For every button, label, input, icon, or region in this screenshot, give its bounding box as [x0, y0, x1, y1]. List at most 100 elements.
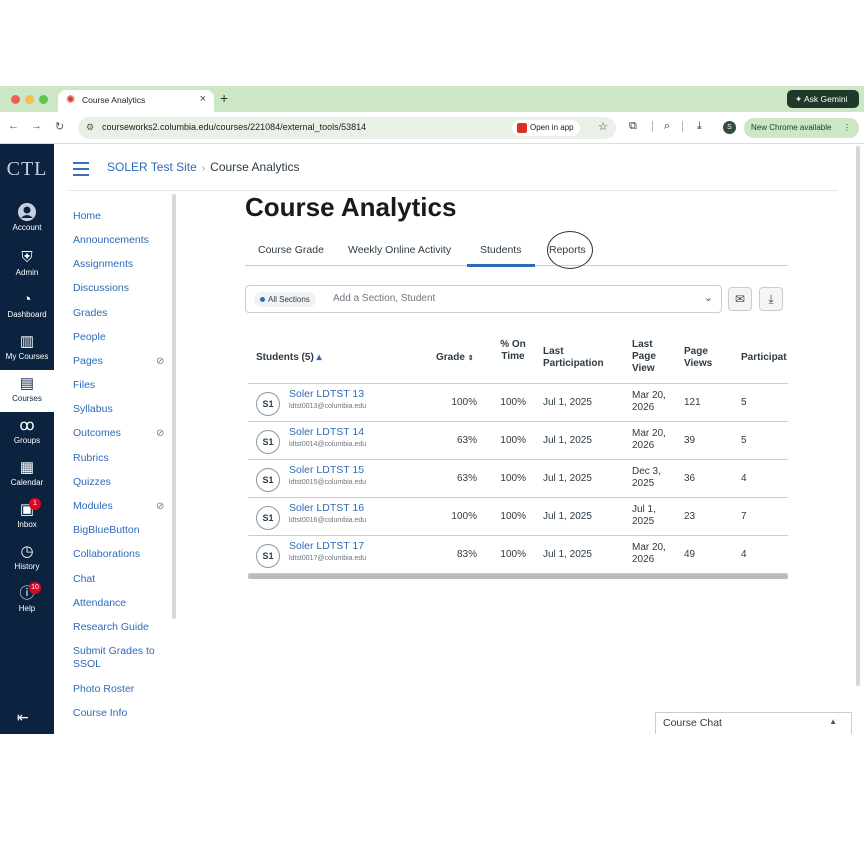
breadcrumb-course-link[interactable]: SOLER Test Site	[107, 160, 197, 174]
student-name-link[interactable]: Soler LDTST 15	[289, 464, 364, 476]
global-nav-my-courses[interactable]: ▥ My Courses	[0, 334, 54, 362]
minimize-window-button[interactable]	[25, 95, 34, 104]
global-nav-label: Admin	[15, 268, 39, 277]
browser-tab[interactable]: ✺ Course Analytics ×	[58, 90, 214, 112]
back-icon[interactable]: ←	[8, 120, 19, 132]
global-nav-calendar[interactable]: ▦ Calendar	[0, 460, 54, 488]
course-nav-label: Pages	[73, 355, 103, 367]
course-nav-course-info[interactable]: Course Info	[73, 707, 169, 720]
global-nav-courses[interactable]: ▤ Courses	[0, 370, 54, 412]
more-menu-icon[interactable]: ⋮	[843, 118, 851, 138]
address-toolbar: ← → ↻ ⚙ courseworks2.columbia.edu/course…	[0, 112, 864, 144]
student-email: ldtst0013@columbia.edu	[289, 403, 367, 410]
course-nav-discussions[interactable]: Discussions	[73, 282, 169, 295]
forward-icon[interactable]: →	[31, 120, 42, 132]
profile-avatar[interactable]: S	[723, 121, 736, 134]
global-nav-admin[interactable]: ⛨ Admin	[0, 250, 54, 278]
envelope-icon: ✉	[734, 292, 746, 306]
course-nav-syllabus[interactable]: Syllabus	[73, 403, 169, 416]
avatar: S1	[256, 468, 280, 492]
course-nav-submit-grades[interactable]: Submit Grades to SSOL	[73, 645, 161, 671]
col-last-participation-label: Last Participation	[543, 346, 604, 369]
course-nav-assignments[interactable]: Assignments	[73, 258, 169, 271]
all-sections-chip[interactable]: All Sections	[254, 292, 316, 307]
global-nav-inbox[interactable]: ▣ 1 Inbox	[0, 498, 54, 530]
student-name-link[interactable]: Soler LDTST 16	[289, 502, 364, 514]
ctl-logo[interactable]: CTL	[0, 158, 54, 181]
col-on-time[interactable]: % On Time	[494, 339, 532, 363]
reload-icon[interactable]: ↻	[55, 120, 64, 133]
col-participations[interactable]: Participat	[741, 352, 787, 364]
tab-course-grade[interactable]: Course Grade	[258, 244, 324, 256]
open-in-app-button[interactable]: Open in app	[512, 120, 580, 136]
course-nav-grades[interactable]: Grades	[73, 307, 169, 320]
col-grade[interactable]: Grade ⇕	[436, 352, 474, 365]
student-name-link[interactable]: Soler LDTST 13	[289, 388, 364, 400]
course-nav-rubrics[interactable]: Rubrics	[73, 452, 169, 465]
global-nav-help[interactable]: ⓘ 10 Help	[0, 582, 54, 614]
global-nav-history[interactable]: ◷ History	[0, 544, 54, 572]
course-nav-quizzes[interactable]: Quizzes	[73, 476, 169, 489]
course-nav-chat[interactable]: Chat	[73, 573, 169, 586]
tab-search-icon[interactable]: ⌕	[664, 120, 670, 133]
section-student-filter[interactable]: All Sections Add a Section, Student ⌄	[245, 285, 722, 313]
course-nav-bigbluebutton[interactable]: BigBlueButton	[73, 524, 169, 537]
table-row: S1 Soler LDTST 15 ldtst0015@columbia.edu…	[248, 460, 788, 498]
extensions-icon[interactable]: ⧉	[629, 120, 637, 133]
new-chrome-available-button[interactable]: New Chrome available ⋮	[744, 118, 859, 138]
course-nav-people[interactable]: People	[73, 331, 169, 344]
divider-icon-2: |	[681, 120, 684, 132]
student-name-link[interactable]: Soler LDTST 17	[289, 540, 364, 552]
cell-last-participation: Jul 1, 2025	[543, 435, 592, 446]
col-students-label: Students (5)	[256, 352, 314, 363]
col-students[interactable]: Students (5) ▴	[256, 352, 322, 364]
address-bar[interactable]: ⚙ courseworks2.columbia.edu/courses/2210…	[78, 117, 616, 139]
help-icon: ⓘ	[19, 585, 35, 602]
chevron-up-icon[interactable]: ▲	[829, 717, 837, 726]
tab-weekly-online-activity[interactable]: Weekly Online Activity	[348, 244, 451, 256]
maximize-window-button[interactable]	[39, 95, 48, 104]
message-students-button[interactable]: ✉	[728, 287, 752, 311]
global-nav-groups[interactable]: ꝏ Groups	[0, 418, 54, 446]
dashboard-icon: ◔	[22, 291, 32, 308]
col-last-page-view[interactable]: Last Page View	[632, 339, 672, 375]
global-nav-dashboard[interactable]: ◔ Dashboard	[0, 292, 54, 320]
collapse-nav-icon[interactable]: ⇤	[17, 709, 29, 726]
course-nav-announcements[interactable]: Announcements	[73, 234, 169, 247]
table-horizontal-scrollbar[interactable]	[248, 574, 788, 579]
course-nav-pages[interactable]: Pages ⊘	[73, 355, 169, 368]
site-info-icon[interactable]: ⚙	[86, 122, 94, 133]
download-csv-button[interactable]: ⤓	[759, 287, 783, 311]
download-icon[interactable]: ⤓	[697, 120, 702, 133]
ask-gemini-button[interactable]: ✦ Ask Gemini	[787, 90, 859, 108]
col-last-participation[interactable]: Last Participation	[543, 346, 611, 370]
close-window-button[interactable]	[11, 95, 20, 104]
tab-close-icon[interactable]: ×	[200, 93, 206, 105]
hidden-eye-icon: ⊘	[156, 501, 165, 512]
course-nav-home[interactable]: Home	[73, 210, 169, 223]
course-chat-bar[interactable]: Course Chat ▲	[655, 712, 852, 734]
tab-students[interactable]: Students	[480, 244, 521, 256]
course-nav-files[interactable]: Files	[73, 379, 169, 392]
avatar: S1	[256, 430, 280, 454]
course-nav-outcomes[interactable]: Outcomes ⊘	[73, 427, 169, 440]
download-icon: ⤓	[768, 292, 774, 306]
course-nav-collaborations[interactable]: Collaborations	[73, 548, 169, 561]
table-row: S1 Soler LDTST 17 ldtst0017@columbia.edu…	[248, 536, 788, 574]
course-nav-scrollbar[interactable]	[172, 194, 176, 619]
student-name-link[interactable]: Soler LDTST 14	[289, 426, 364, 438]
tab-title: Course Analytics	[82, 95, 146, 105]
global-nav-account[interactable]: Account	[0, 202, 54, 233]
new-tab-button[interactable]: +	[220, 90, 228, 106]
course-menu-toggle-icon[interactable]	[73, 162, 89, 180]
col-grade-label: Grade	[436, 352, 465, 363]
bookmark-star-icon[interactable]: ☆	[598, 120, 608, 133]
cell-grade: 63%	[456, 435, 477, 446]
course-nav-research-guide[interactable]: Research Guide	[73, 621, 169, 634]
course-nav-modules[interactable]: Modules ⊘	[73, 500, 169, 513]
col-page-views[interactable]: Page Views	[684, 346, 722, 370]
course-nav-attendance[interactable]: Attendance	[73, 597, 169, 610]
chevron-down-icon[interactable]: ⌄	[704, 291, 713, 304]
course-nav-photo-roster[interactable]: Photo Roster	[73, 683, 169, 696]
page-scrollbar[interactable]	[856, 146, 860, 686]
